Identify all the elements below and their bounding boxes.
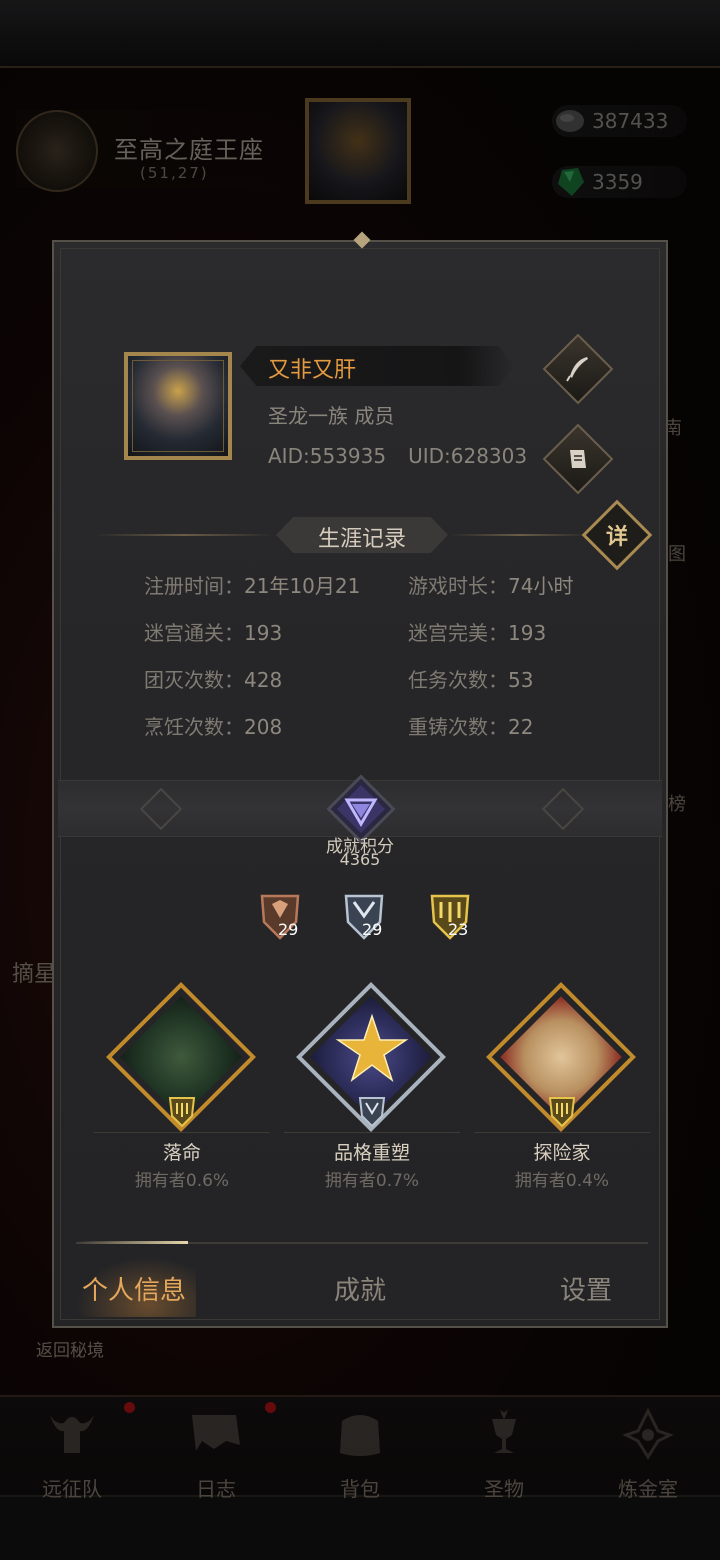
achievement-card[interactable]: 探险家 拥有者0.4%	[474, 970, 650, 1192]
career-title: 生涯记录	[317, 527, 406, 552]
achievement-owners: 拥有者0.7%	[324, 1171, 420, 1191]
divider	[94, 1132, 270, 1133]
player-uid: UID:628303	[408, 444, 528, 468]
divider	[450, 534, 590, 536]
silver-tier-icon	[358, 1097, 386, 1128]
gold-badge[interactable]: 23	[428, 892, 472, 942]
stat-reforge: 重铸次数：22	[408, 715, 534, 739]
stat-maze-cleared: 迷宫通关：193	[144, 621, 283, 645]
player-name: 又非又肝	[268, 358, 357, 383]
silver-badge[interactable]: 29	[342, 892, 386, 942]
career-section-header: 生涯记录	[54, 517, 666, 553]
scroll-note-icon	[570, 450, 586, 468]
achievement-card[interactable]: 品格重塑 拥有者0.7%	[284, 970, 460, 1192]
active-tab-indicator	[76, 1241, 188, 1244]
bronze-badge[interactable]: 29	[258, 892, 302, 942]
player-aid: AID:553935	[268, 444, 387, 468]
career-detail-button[interactable]: 详	[581, 499, 653, 571]
stat-register-time: 注册时间：21年10月21	[144, 574, 361, 598]
tab-achievements[interactable]: 成就	[334, 1270, 386, 1307]
achievement-owners: 拥有者0.6%	[134, 1171, 230, 1191]
achievement-name: 落命	[162, 1142, 201, 1164]
detail-label: 详	[605, 525, 628, 550]
stat-cooking: 烹饪次数：208	[144, 715, 283, 739]
copy-id-button[interactable]	[542, 423, 614, 495]
gold-star-icon	[335, 1013, 409, 1083]
stat-maze-perfect: 迷宫完美：193	[408, 621, 547, 645]
profile-modal: 又非又肝 圣龙一族 成员 AID:553935 UID:628303 生涯记录 详	[52, 231, 668, 1328]
achievement-card[interactable]: 落命 拥有者0.6%	[94, 970, 270, 1192]
tab-settings[interactable]: 设置	[560, 1270, 612, 1307]
achievement-cards: 落命 拥有者0.6% 品格重塑 拥有者0.7% 探险家 拥有者0.4%	[94, 970, 650, 1192]
badge-count: 29	[278, 920, 299, 939]
divider	[94, 534, 274, 536]
quill-icon	[566, 357, 588, 382]
badge-count: 23	[448, 920, 469, 939]
stat-quests: 任务次数：53	[408, 668, 534, 692]
divider	[474, 1132, 650, 1133]
gold-tier-icon	[548, 1097, 576, 1128]
achievement-owners: 拥有者0.4%	[514, 1171, 610, 1191]
divider	[284, 1132, 460, 1133]
player-ids: AID:553935 UID:628303	[268, 444, 527, 468]
player-avatar[interactable]	[124, 352, 232, 460]
gold-tier-icon	[168, 1097, 196, 1128]
achievement-name: 品格重塑	[333, 1142, 410, 1164]
achievement-name: 探险家	[533, 1142, 591, 1164]
stat-team-wipes: 团灭次数：428	[144, 668, 283, 692]
achievement-score-value: 4365	[339, 850, 381, 869]
badge-count: 29	[362, 920, 383, 939]
stat-play-time: 游戏时长：74小时	[408, 574, 574, 598]
tab-personal-info[interactable]: 个人信息	[82, 1270, 186, 1307]
rename-button[interactable]	[542, 333, 614, 405]
player-guild: 圣龙一族 成员	[268, 404, 395, 428]
